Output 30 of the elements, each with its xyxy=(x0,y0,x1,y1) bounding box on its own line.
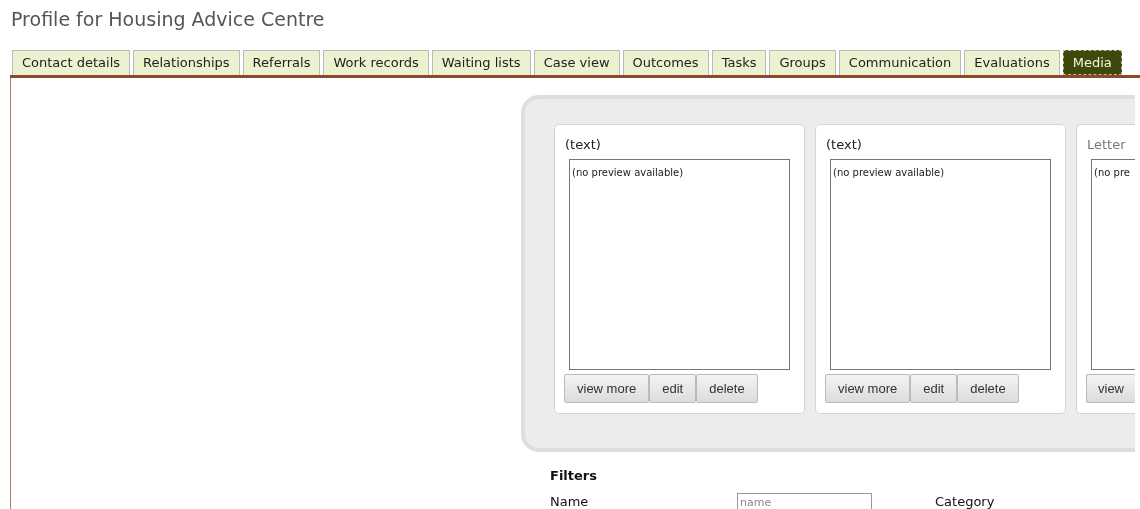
page-title: Profile for Housing Advice Centre xyxy=(10,7,326,31)
tab[interactable]: Relationships xyxy=(133,50,240,75)
tab[interactable]: Tasks xyxy=(711,50,767,75)
filter-label: Name xyxy=(550,494,590,509)
tab[interactable]: Referrals xyxy=(242,50,321,75)
card-button[interactable]: edit xyxy=(910,374,958,403)
tab[interactable]: Contact details xyxy=(12,50,131,75)
media-title: (text) xyxy=(826,136,863,154)
tab[interactable]: Evaluations xyxy=(964,50,1060,75)
card-button[interactable]: edit xyxy=(649,374,697,403)
tab[interactable]: Work records xyxy=(323,50,429,75)
tab[interactable]: Case view xyxy=(533,50,620,75)
tab[interactable]: Groups xyxy=(769,50,836,75)
preview-box: (no pre xyxy=(1091,159,1135,370)
preview-box: (no preview available) xyxy=(569,159,790,370)
filters-heading: Filters xyxy=(550,467,598,485)
media-title[interactable]: Letter xyxy=(1087,135,1135,155)
card-button[interactable]: view xyxy=(1086,374,1135,403)
tab[interactable]: Outcomes xyxy=(622,50,709,75)
name-field[interactable]: name xyxy=(737,493,872,509)
tab[interactable]: Waiting lists xyxy=(431,50,531,75)
media-title: (text) xyxy=(565,136,602,154)
tab[interactable]: Media xyxy=(1062,50,1122,75)
card-button[interactable]: delete xyxy=(696,374,758,403)
card-button[interactable]: view more xyxy=(825,374,911,403)
card-button[interactable]: view more xyxy=(564,374,650,403)
filter-label: Category xyxy=(935,494,995,509)
preview-box: (no preview available) xyxy=(830,159,1051,370)
tab[interactable]: Communication xyxy=(838,50,962,75)
card-button[interactable]: delete xyxy=(957,374,1019,403)
